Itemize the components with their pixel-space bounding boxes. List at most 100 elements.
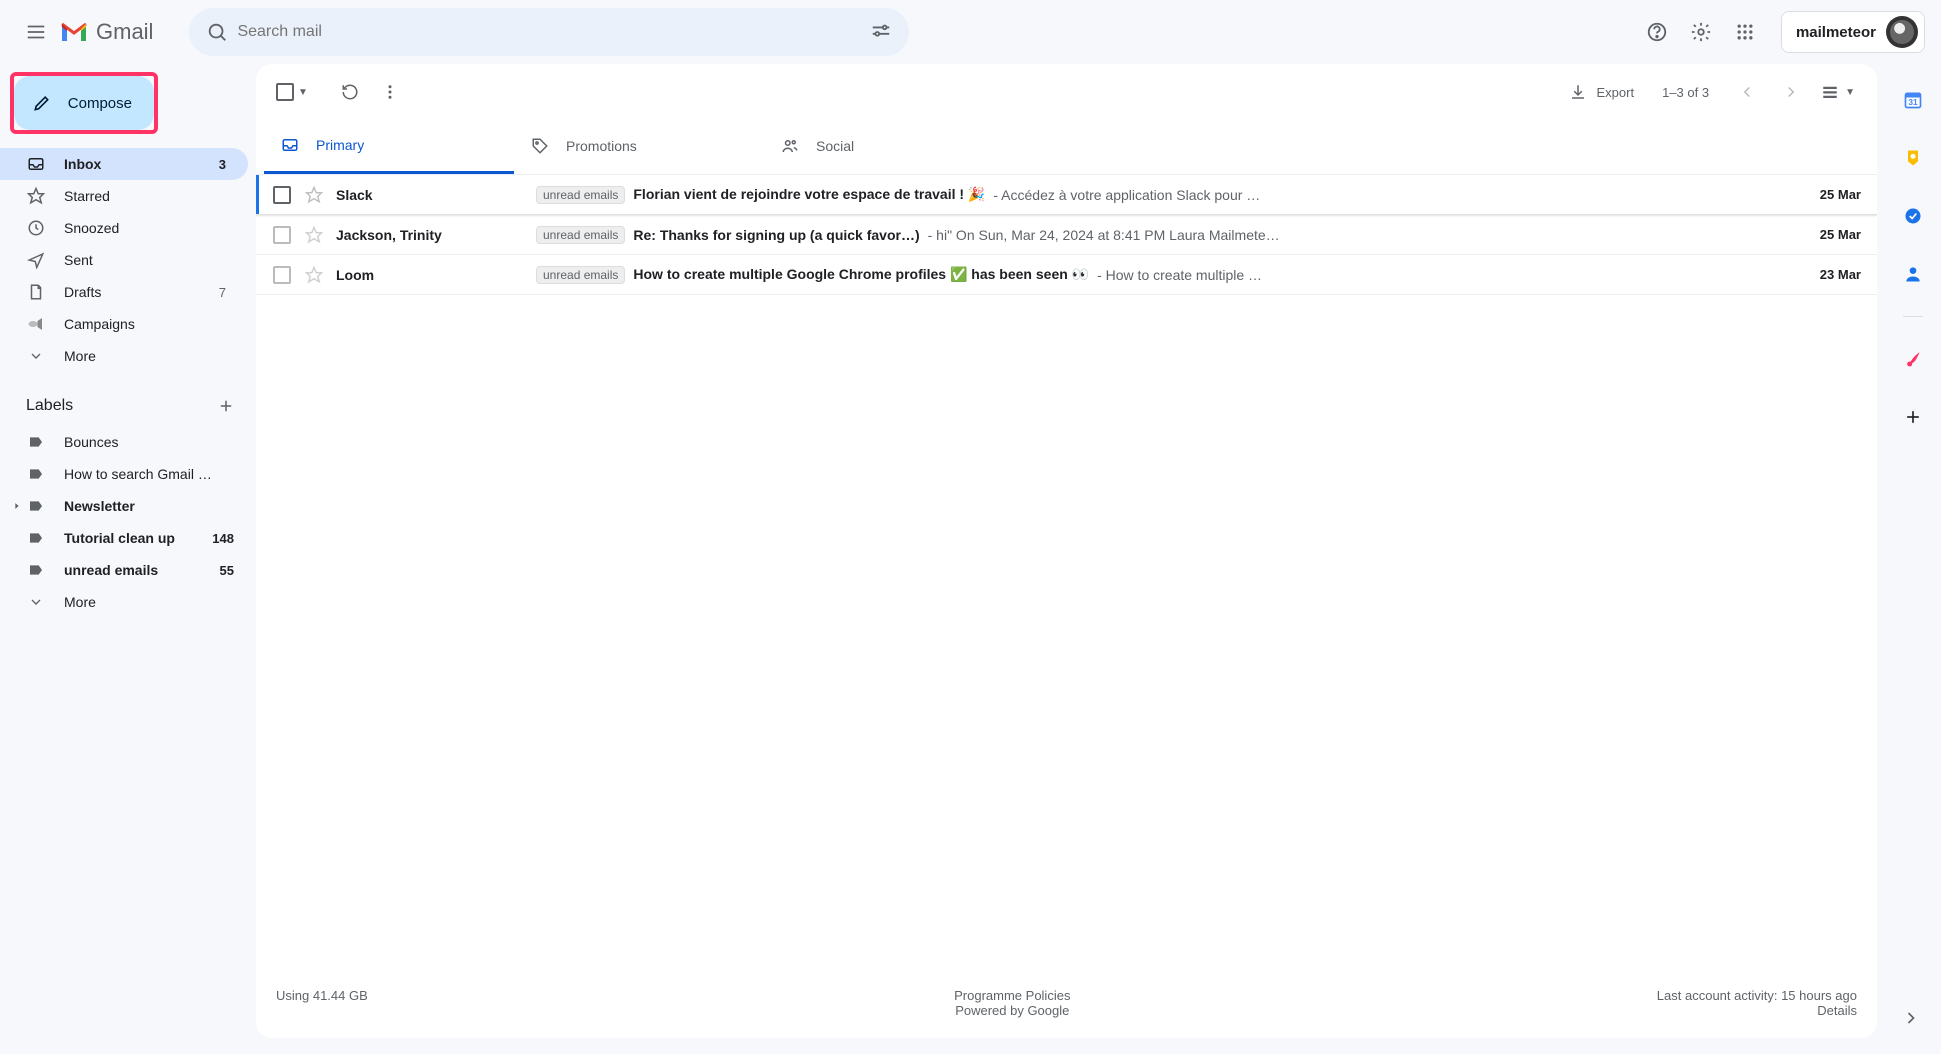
keep-icon [1903,148,1923,168]
label-more[interactable]: More [0,586,256,618]
label-howto[interactable]: How to search Gmail by … [0,458,256,490]
export-label: Export [1597,85,1635,100]
label-unread[interactable]: unread emails 55 [0,554,256,586]
help-icon [1646,21,1668,43]
nav-label: Campaigns [64,316,135,332]
search-options-button[interactable] [861,12,901,52]
nav-label: Inbox [64,156,101,172]
mail-sender: Loom [336,267,524,283]
account-name: mailmeteor [1796,24,1876,41]
nav-inbox[interactable]: Inbox 3 [0,148,248,180]
label-name: Tutorial clean up [64,530,175,546]
app-name: Gmail [96,19,153,45]
mail-sender: Jackson, Trinity [336,227,524,243]
mail-date: 25 Mar [1791,227,1861,242]
person-icon [1903,264,1923,284]
label-icon [26,466,46,482]
add-label-button[interactable] [212,392,240,420]
plus-icon [217,397,235,415]
select-all[interactable]: ▼ [272,79,312,105]
tab-social[interactable]: Social [764,118,1014,174]
row-checkbox[interactable] [272,186,292,204]
mail-subject: Florian vient de rejoindre votre espace … [633,186,985,203]
account-button[interactable]: mailmeteor [1781,11,1925,53]
search-button[interactable] [197,12,237,52]
nav-snoozed[interactable]: Snoozed [0,212,248,244]
tag-icon [530,137,550,155]
row-checkbox[interactable] [272,226,292,244]
footer-policies[interactable]: Programme Policies [954,988,1070,1003]
pager-next[interactable] [1771,72,1811,112]
nav-label: More [64,348,96,364]
tab-primary[interactable]: Primary [264,118,514,174]
footer-details[interactable]: Details [1657,1003,1857,1018]
mail-row[interactable]: Jackson, Trinity unread emails Re: Thank… [256,215,1877,255]
label-count: 148 [212,531,240,546]
nav-drafts[interactable]: Drafts 7 [0,276,248,308]
tab-promotions[interactable]: Promotions [514,118,764,174]
chevron-right-icon [1901,1008,1921,1028]
tune-icon [870,21,892,43]
more-button[interactable] [370,72,410,112]
label-tutorial[interactable]: Tutorial clean up 148 [0,522,256,554]
row-star[interactable] [304,266,324,284]
contacts-addon[interactable] [1893,254,1933,294]
inbox-icon [280,136,300,154]
keep-addon[interactable] [1893,138,1933,178]
nav-campaigns[interactable]: Campaigns [0,308,248,340]
apps-button[interactable] [1725,12,1765,52]
get-addons-button[interactable] [1893,397,1933,437]
search-bar [189,8,909,56]
mail-subject: Re: Thanks for signing up (a quick favor… [633,227,919,243]
labels-title: Labels [26,397,73,415]
nav-label: Drafts [64,284,101,300]
plus-icon [1903,407,1923,427]
mailmeteor-addon[interactable] [1893,339,1933,379]
row-star[interactable] [304,226,324,244]
help-button[interactable] [1637,12,1677,52]
export-button[interactable]: Export [1559,77,1645,107]
tab-label: Social [816,138,854,154]
checkbox-icon [276,83,294,101]
caret-down-icon: ▼ [1845,87,1855,98]
compose-button[interactable]: Compose [14,76,154,130]
sidebar: Compose Inbox 3 Starred Snoozed [0,64,256,1054]
calendar-icon: 31 [1903,90,1923,110]
label-icon [26,562,46,578]
row-checkbox[interactable] [272,266,292,284]
collapse-sidepanel[interactable] [1891,998,1931,1038]
header: Gmail mailmeteor [0,0,1941,64]
search-input[interactable] [237,23,861,41]
mail-row[interactable]: Loom unread emails How to create multipl… [256,255,1877,295]
settings-button[interactable] [1681,12,1721,52]
nav-sent[interactable]: Sent [0,244,248,276]
tab-label: Promotions [566,138,637,154]
pager-text: 1–3 of 3 [1648,85,1723,100]
label-name: How to search Gmail by … [64,466,214,482]
nav-more[interactable]: More [0,340,248,372]
calendar-addon[interactable]: 31 [1893,80,1933,120]
pager-prev[interactable] [1727,72,1767,112]
tasks-addon[interactable] [1893,196,1933,236]
nav-starred[interactable]: Starred [0,180,248,212]
chevron-down-icon [26,594,46,610]
nav-label: Snoozed [64,220,119,236]
label-newsletter[interactable]: Newsletter [0,490,256,522]
chevron-down-icon [26,348,46,364]
mail-row[interactable]: Slack unread emails Florian vient de rej… [256,175,1877,215]
hamburger-icon [25,21,47,43]
label-name: More [64,594,96,610]
star-icon [305,226,323,244]
compose-highlight: Compose [10,72,158,134]
row-star[interactable] [304,186,324,204]
refresh-button[interactable] [330,72,370,112]
tabs: Primary Promotions Social [256,118,1877,175]
label-count: 55 [220,563,240,578]
menu-button[interactable] [16,12,56,52]
side-panel: 31 [1885,64,1941,1054]
density-button[interactable]: ▼ [1815,77,1861,107]
footer-powered: Powered by Google [954,1003,1070,1018]
label-name: unread emails [64,562,158,578]
label-bounces[interactable]: Bounces [0,426,256,458]
gmail-logo[interactable]: Gmail [60,19,153,45]
